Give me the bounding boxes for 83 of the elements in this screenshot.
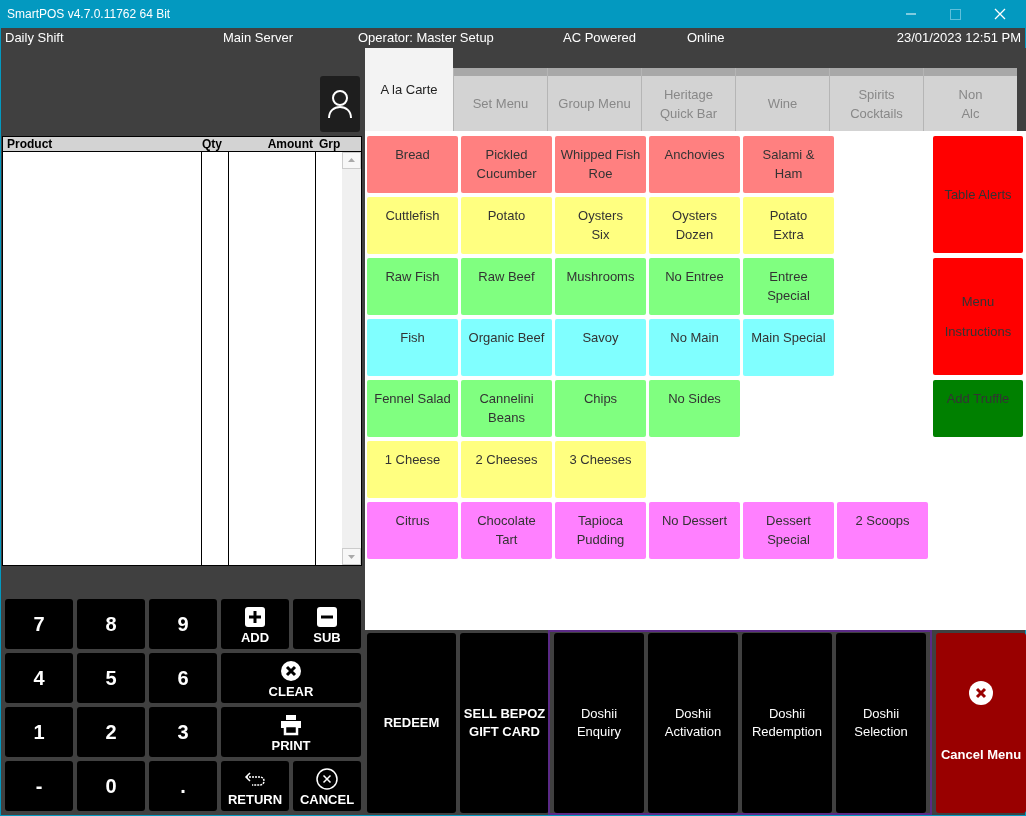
doshii-button[interactable]: Doshii Redemption <box>742 633 832 813</box>
menu-item-button[interactable]: Fennel Salad <box>367 380 458 437</box>
menu-item-button[interactable]: Potato Extra <box>743 197 834 254</box>
menu-item-button[interactable]: Fish <box>367 319 458 376</box>
menu-item-button[interactable]: Citrus <box>367 502 458 559</box>
menu-item-button[interactable]: 2 Cheeses <box>461 441 552 498</box>
keypad-button[interactable]: 8 <box>77 599 145 649</box>
scroll-up-icon[interactable] <box>342 152 361 169</box>
status-text: Operator: Master Setup <box>358 29 495 48</box>
window-title: SmartPOS v4.7.0.11762 64 Bit <box>7 6 171 23</box>
keypad-button[interactable]: 2 <box>77 707 145 757</box>
keypad-button[interactable]: 4 <box>5 653 73 703</box>
keypad-button[interactable]: CLEAR <box>221 653 361 703</box>
plus-icon <box>244 605 266 628</box>
menu-item-button[interactable]: No Dessert <box>649 502 740 559</box>
menu-item-button[interactable]: Anchovies <box>649 136 740 193</box>
column-header: Product <box>6 137 54 151</box>
menu-item-button[interactable]: Entree Special <box>743 258 834 315</box>
menu-item-button[interactable]: Oysters Dozen <box>649 197 740 254</box>
keypad-button[interactable]: 6 <box>149 653 217 703</box>
menu-item-button[interactable]: No Sides <box>649 380 740 437</box>
maximize-icon <box>950 8 961 20</box>
status-text: Main Server <box>223 29 295 48</box>
column-header: Grp <box>318 137 342 151</box>
keypad-button[interactable]: 0 <box>77 761 145 811</box>
menu-item-button[interactable]: Raw Fish <box>367 258 458 315</box>
keypad-button[interactable]: SUB <box>293 599 361 649</box>
doshii-button[interactable]: Doshii Enquiry <box>554 633 644 813</box>
menu-item-button[interactable]: Savoy <box>555 319 646 376</box>
column-header: Amount <box>266 137 314 151</box>
keypad-button[interactable]: 7 <box>5 599 73 649</box>
menu-item-button[interactable]: Oysters Six <box>555 197 646 254</box>
doshii-button[interactable]: Doshii Selection <box>836 633 926 813</box>
menu-item-button[interactable]: Salami & Ham <box>743 136 834 193</box>
column-header: Qty <box>202 137 223 151</box>
menu-item-button[interactable]: Main Special <box>743 319 834 376</box>
menu-item-button[interactable]: Dessert Special <box>743 502 834 559</box>
keypad-button[interactable]: - <box>5 761 73 811</box>
scroll-down-icon[interactable] <box>342 548 361 565</box>
scrollbar[interactable] <box>342 152 361 565</box>
status-text: Daily Shift <box>5 29 65 48</box>
status-text: AC Powered <box>563 29 637 48</box>
keypad-button[interactable]: 9 <box>149 599 217 649</box>
cancel-icon <box>316 767 338 790</box>
operator-button[interactable] <box>320 76 360 132</box>
menu-item-button[interactable]: No Entree <box>649 258 740 315</box>
keypad-button[interactable]: ADD <box>221 599 289 649</box>
doshii-button[interactable]: Doshii Activation <box>648 633 738 813</box>
keypad-button[interactable]: 5 <box>77 653 145 703</box>
keypad-button[interactable]: 1 <box>5 707 73 757</box>
printer-icon <box>280 713 302 736</box>
person-icon <box>327 89 353 119</box>
keypad-button[interactable]: CANCEL <box>293 761 361 811</box>
menu-item-button[interactable]: Potato <box>461 197 552 254</box>
action-button[interactable]: SELL BEPOZ GIFT CARD <box>460 633 549 813</box>
menu-tab[interactable]: A la Carte <box>365 48 453 131</box>
menu-item-button[interactable]: Whipped Fish Roe <box>555 136 646 193</box>
menu-item-button[interactable]: 2 Scoops <box>837 502 928 559</box>
keypad-button[interactable]: . <box>149 761 217 811</box>
menu-item-button[interactable]: 3 Cheeses <box>555 441 646 498</box>
cancel-menu-button[interactable]: Cancel Menu <box>936 633 1026 813</box>
minus-icon <box>316 605 338 628</box>
menu-item-button[interactable]: Chocolate Tart <box>461 502 552 559</box>
menu-item-button[interactable]: Cuttlefish <box>367 197 458 254</box>
menu-item-button[interactable]: Bread <box>367 136 458 193</box>
keypad-button[interactable]: 3 <box>149 707 217 757</box>
keypad-button[interactable]: RETURN <box>221 761 289 811</box>
close-circle-icon <box>969 681 993 705</box>
menu-item-button[interactable]: Chips <box>555 380 646 437</box>
status-text: 23/01/2023 12:51 PM <box>896 29 1021 48</box>
menu-item-button[interactable]: Organic Beef <box>461 319 552 376</box>
action-button[interactable]: REDEEM <box>367 633 456 813</box>
close-icon[interactable] <box>994 8 1006 20</box>
menu-item-button[interactable]: Raw Beef <box>461 258 552 315</box>
menu-item-button[interactable]: No Main <box>649 319 740 376</box>
menu-item-button[interactable]: 1 Cheese <box>367 441 458 498</box>
menu-item-button[interactable]: Tapioca Pudding <box>555 502 646 559</box>
status-text: Online <box>687 29 726 48</box>
keypad-button[interactable]: PRINT <box>221 707 361 757</box>
menu-item-button[interactable]: Pickled Cucumber <box>461 136 552 193</box>
close-circle-icon <box>280 659 302 682</box>
menu-item-button[interactable]: Cannelini Beans <box>461 380 552 437</box>
menu-item-button[interactable]: Mushrooms <box>555 258 646 315</box>
